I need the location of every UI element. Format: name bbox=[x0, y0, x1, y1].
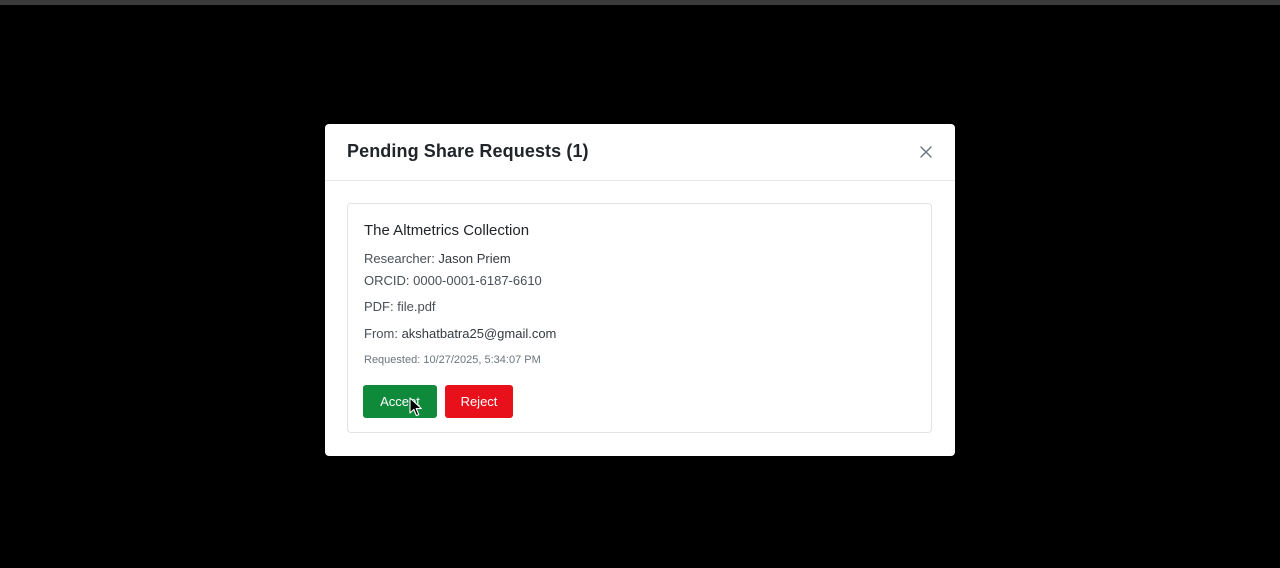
share-request-card: The Altmetrics Collection Researcher: Ja… bbox=[347, 203, 932, 433]
researcher-label: Researcher: bbox=[364, 251, 439, 266]
requested-timestamp: Requested: 10/27/2025, 5:34:07 PM bbox=[364, 354, 541, 366]
orcid-line: ORCID: 0000-0001-6187-6610 bbox=[364, 273, 542, 288]
pdf-line: PDF: file.pdf bbox=[364, 299, 436, 314]
close-icon bbox=[920, 146, 932, 158]
requested-value: 10/27/2025, 5:34:07 PM bbox=[423, 354, 541, 366]
collection-title: The Altmetrics Collection bbox=[364, 222, 530, 239]
pdf-label: PDF: bbox=[364, 299, 398, 314]
researcher-line: Researcher: Jason Priem bbox=[364, 251, 511, 266]
accept-button[interactable]: Accept bbox=[363, 385, 437, 418]
from-line: From: akshatbatra25@gmail.com bbox=[364, 326, 556, 341]
from-label: From: bbox=[364, 326, 402, 341]
from-email: akshatbatra25@gmail.com bbox=[401, 326, 557, 341]
reject-button[interactable]: Reject bbox=[445, 385, 513, 418]
modal-header: Pending Share Requests (1) bbox=[325, 124, 955, 181]
window-top-bar bbox=[0, 0, 1280, 5]
researcher-name: Jason Priem bbox=[438, 251, 511, 266]
orcid-value: 0000-0001-6187-6610 bbox=[413, 273, 542, 288]
modal-title: Pending Share Requests (1) bbox=[347, 141, 589, 161]
pdf-filename: file.pdf bbox=[397, 299, 436, 314]
requested-label: Requested: bbox=[364, 354, 424, 366]
orcid-label: ORCID: bbox=[364, 273, 414, 288]
share-requests-modal: Pending Share Requests (1) The Altmetric… bbox=[325, 124, 955, 456]
close-button[interactable] bbox=[917, 143, 935, 161]
